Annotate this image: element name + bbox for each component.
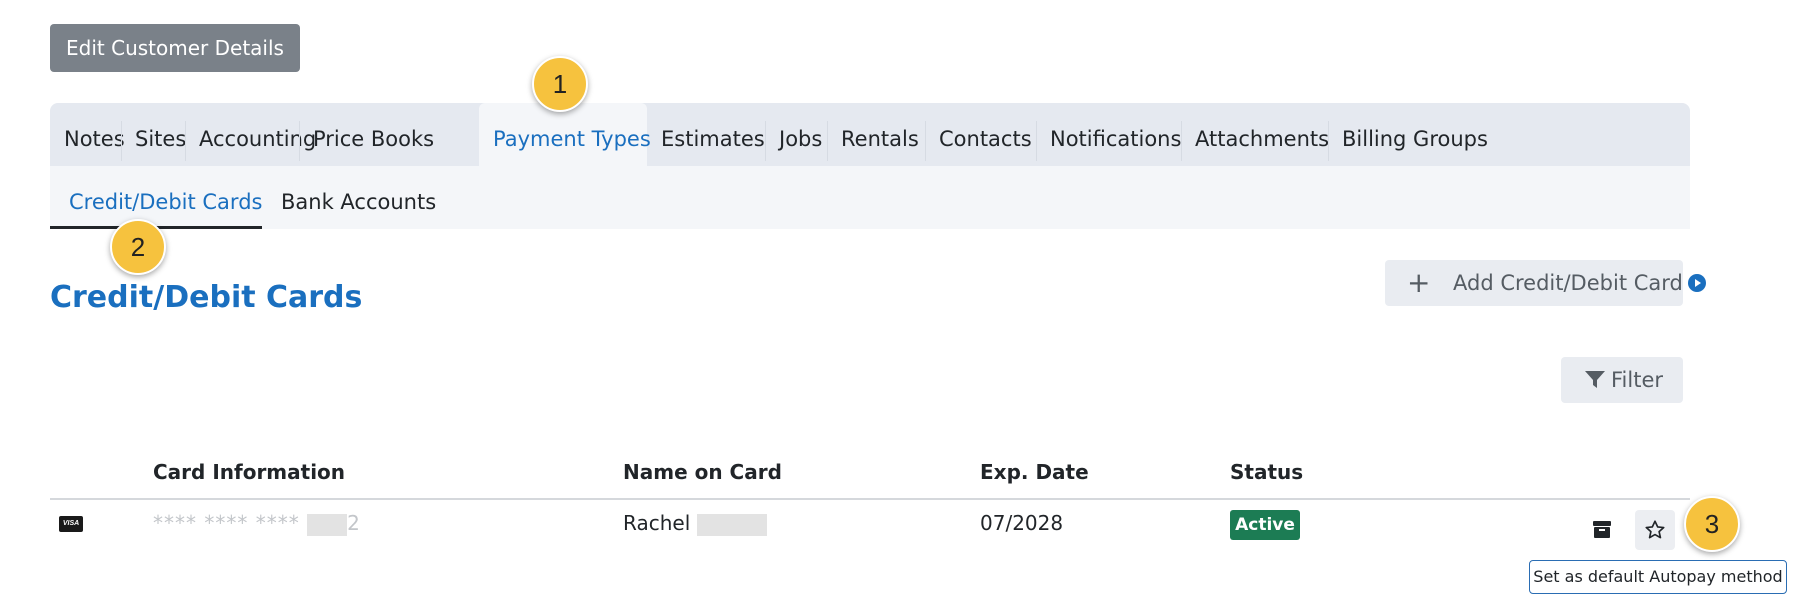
- tab-attachments[interactable]: Attachments: [1181, 103, 1329, 166]
- tab-payment-types[interactable]: Payment Types: [479, 103, 651, 166]
- main-tab-bar: Notes Sites Accounting Price Books Payme…: [50, 103, 1690, 166]
- play-video-icon[interactable]: [1688, 274, 1706, 292]
- card-info-cell: **** **** **** 2: [153, 511, 361, 536]
- add-card-label: Add Credit/Debit Card: [1453, 271, 1683, 295]
- redacted-last-name: [696, 513, 767, 536]
- tab-jobs[interactable]: Jobs: [765, 103, 828, 166]
- tab-notes[interactable]: Notes: [50, 103, 125, 166]
- visa-icon: VISA: [59, 516, 83, 532]
- status-badge: Active: [1230, 510, 1300, 540]
- customer-tab-panel: Notes Sites Accounting Price Books Payme…: [50, 103, 1690, 229]
- tab-notifications[interactable]: Notifications: [1036, 103, 1182, 166]
- card-last-digit: 2: [347, 511, 361, 535]
- tab-rentals[interactable]: Rentals: [827, 103, 926, 166]
- redacted-digits: [307, 513, 348, 536]
- masked-card-number: **** **** ****: [153, 511, 308, 535]
- callout-badge-2: 2: [110, 219, 166, 275]
- tab-accounting[interactable]: Accounting: [185, 103, 316, 166]
- add-card-button[interactable]: + Add Credit/Debit Card: [1385, 260, 1683, 306]
- subtab-bank-accounts[interactable]: Bank Accounts: [262, 166, 452, 229]
- tab-estimates[interactable]: Estimates: [647, 103, 766, 166]
- cardholder-first-name: Rachel: [623, 511, 691, 535]
- tab-price-books[interactable]: Price Books: [299, 103, 434, 166]
- column-header-card-information: Card Information: [153, 460, 346, 484]
- callout-badge-3: 3: [1684, 496, 1740, 552]
- section-title: Credit/Debit Cards: [50, 280, 363, 315]
- column-header-status: Status: [1230, 460, 1304, 484]
- callout-badge-1: 1: [532, 56, 588, 112]
- table-header-divider: [50, 498, 1690, 500]
- archive-icon[interactable]: [1592, 519, 1612, 539]
- tab-sites[interactable]: Sites: [121, 103, 186, 166]
- filter-icon: [1585, 371, 1605, 388]
- star-icon: [1645, 520, 1665, 539]
- filter-button[interactable]: Filter: [1561, 357, 1683, 403]
- name-on-card-cell: Rachel: [623, 511, 767, 536]
- exp-date-cell: 07/2028: [980, 511, 1064, 535]
- tab-billing-groups[interactable]: Billing Groups: [1328, 103, 1488, 166]
- column-header-exp-date: Exp. Date: [980, 460, 1089, 484]
- edit-customer-details-button[interactable]: Edit Customer Details: [50, 24, 300, 72]
- tab-contacts[interactable]: Contacts: [925, 103, 1037, 166]
- column-header-name-on-card: Name on Card: [623, 460, 782, 484]
- plus-icon: +: [1407, 266, 1431, 299]
- autopay-tooltip: Set as default Autopay method: [1529, 560, 1787, 594]
- set-default-autopay-button[interactable]: [1635, 510, 1675, 550]
- subtab-credit-debit-cards[interactable]: Credit/Debit Cards: [50, 166, 262, 229]
- filter-label: Filter: [1611, 368, 1664, 392]
